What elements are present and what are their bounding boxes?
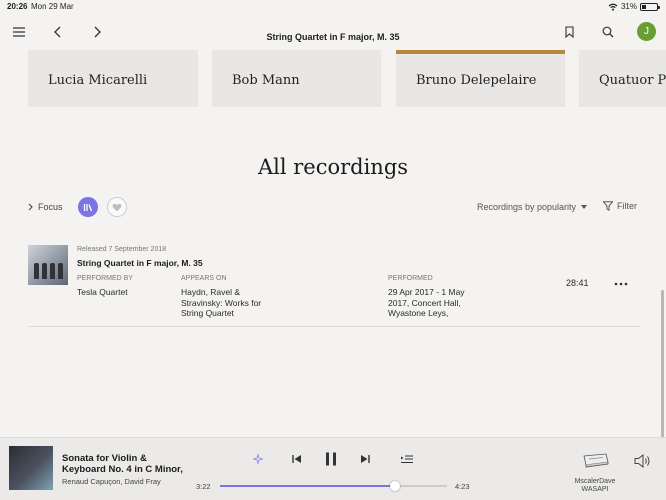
- total-time: 4:23: [455, 482, 470, 491]
- caret-down-icon: [581, 205, 588, 209]
- device-output: WASAPI: [581, 486, 609, 493]
- more-options-button[interactable]: [614, 275, 628, 289]
- performer-link[interactable]: Tesla Quartet: [77, 287, 128, 298]
- battery-icon: [640, 2, 660, 11]
- next-button[interactable]: [355, 450, 375, 468]
- filter-label: Filter: [617, 201, 637, 211]
- dac-device-icon: [583, 453, 609, 468]
- output-device-button[interactable]: [581, 453, 609, 474]
- volume-button[interactable]: [634, 453, 652, 473]
- progress-fill: [220, 485, 395, 487]
- status-time: 20:26: [7, 2, 28, 11]
- performer-name: Quatuor Psophos: [599, 73, 666, 88]
- avatar[interactable]: J: [637, 22, 656, 41]
- performer-name: Lucia Micarelli: [48, 73, 148, 88]
- recording-title[interactable]: String Quartet in F major, M. 35: [77, 258, 203, 268]
- all-filter-chip[interactable]: [78, 197, 98, 217]
- progress-knob[interactable]: [389, 481, 400, 491]
- row-divider: [28, 326, 640, 327]
- cover-figure: [42, 263, 47, 279]
- album-cover[interactable]: [28, 245, 68, 285]
- performed-line: 29 Apr 2017 - 1 May: [388, 287, 465, 297]
- previous-button[interactable]: [287, 450, 307, 468]
- now-playing-title[interactable]: Sonata for Violin & Keyboard No. 4 in C …: [62, 453, 202, 475]
- status-date: Mon 29 Mar: [31, 2, 74, 11]
- radio-button[interactable]: [248, 450, 268, 468]
- pause-button[interactable]: [321, 450, 341, 468]
- bookmark-button[interactable]: [557, 20, 581, 44]
- queue-icon: [401, 454, 413, 463]
- pause-icon: [326, 452, 336, 466]
- sort-dropdown[interactable]: Recordings by popularity: [477, 202, 588, 212]
- release-date: Released 7 September 2018: [77, 246, 167, 253]
- performer-card[interactable]: Lucia Micarelli: [28, 50, 198, 107]
- progress-slider[interactable]: [220, 481, 447, 491]
- appears-on-label: APPEARS ON: [181, 275, 227, 282]
- album-line: Stravinsky: Works for: [181, 297, 262, 308]
- filter-icon: [603, 201, 613, 211]
- card-photo-strip: [212, 50, 381, 54]
- now-playing-artist: Renaud Capuçon, David Fray: [62, 477, 161, 486]
- album-line: String Quartet: [181, 308, 234, 318]
- performed-details: 29 Apr 2017 - 1 May 2017, Concert Hall, …: [388, 287, 465, 319]
- performed-line: Wyastone Leys,: [388, 308, 449, 318]
- card-photo-strip: [396, 50, 565, 54]
- section-title: All recordings: [257, 155, 409, 179]
- performed-by-label: PERFORMED BY: [77, 275, 134, 282]
- sparkle-icon: [253, 454, 263, 464]
- favorites-filter-chip[interactable]: [107, 197, 127, 217]
- search-button[interactable]: [596, 20, 620, 44]
- scrollbar[interactable]: [661, 290, 664, 440]
- card-photo-strip: [28, 50, 198, 54]
- performed-line: 2017, Concert Hall,: [388, 297, 461, 308]
- speaker-icon: [634, 453, 650, 469]
- now-playing-cover[interactable]: [9, 446, 53, 490]
- more-dots-icon: [614, 282, 628, 286]
- wifi-icon: [608, 3, 618, 11]
- focus-label: Focus: [38, 202, 63, 212]
- library-icon: [83, 203, 93, 211]
- skip-forward-icon: [361, 455, 370, 463]
- duration: 28:41: [566, 278, 589, 288]
- status-bar: 20:26 Mon 29 Mar 31%: [0, 0, 666, 14]
- album-line: Haydn, Ravel &: [181, 287, 241, 297]
- title-line: Sonata for Violin &: [62, 453, 147, 464]
- chevron-right-icon: [28, 203, 33, 211]
- skip-back-icon: [292, 455, 301, 463]
- performer-card[interactable]: Bruno Delepelaire: [396, 50, 565, 107]
- cover-figure: [50, 263, 55, 279]
- sort-label: Recordings by popularity: [477, 202, 577, 212]
- filter-button[interactable]: Filter: [603, 201, 637, 211]
- status-right: 31%: [608, 2, 660, 11]
- performer-card[interactable]: Bob Mann: [212, 50, 381, 107]
- battery-percent: 31%: [620, 2, 637, 11]
- search-icon: [602, 26, 614, 38]
- cover-figure: [58, 263, 63, 279]
- album-link[interactable]: Haydn, Ravel & Stravinsky: Works for Str…: [181, 287, 261, 319]
- performer-name: Bob Mann: [232, 73, 300, 88]
- focus-toggle[interactable]: Focus: [28, 202, 63, 212]
- device-name: MscalerDave: [574, 478, 616, 485]
- bookmark-icon: [564, 26, 574, 38]
- performer-card[interactable]: Quatuor Psophos: [579, 50, 666, 107]
- title-line: Keyboard No. 4 in C Minor,: [62, 464, 183, 475]
- card-photo-strip: [579, 50, 666, 54]
- queue-button[interactable]: [397, 450, 417, 468]
- output-device-label: MscalerDave WASAPI: [568, 478, 622, 494]
- performed-label: PERFORMED: [388, 275, 433, 282]
- performer-name: Bruno Delepelaire: [416, 73, 537, 88]
- cover-figure: [34, 263, 39, 279]
- current-time: 3:22: [196, 482, 211, 491]
- heart-icon: [112, 203, 122, 211]
